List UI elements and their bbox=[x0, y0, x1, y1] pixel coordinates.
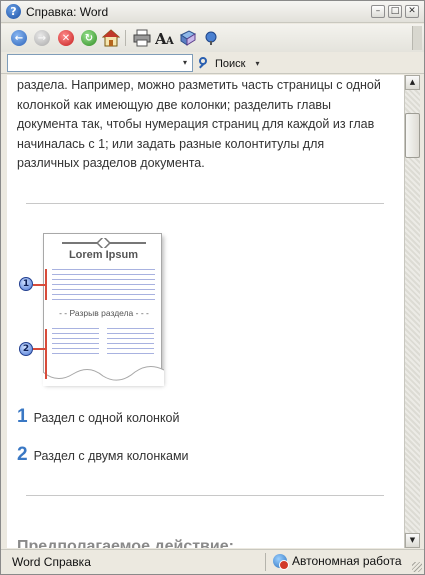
legend-number: 2 bbox=[17, 444, 28, 465]
single-column-line bbox=[52, 279, 155, 280]
two-column-line bbox=[107, 343, 154, 344]
two-column-line bbox=[52, 328, 99, 329]
stop-icon: ✕ bbox=[58, 30, 74, 46]
help-window: ? Справка: Word – □ ✕ ← → ✕ ↻ A A ▾ Поис… bbox=[0, 0, 425, 575]
two-column-line bbox=[107, 338, 154, 339]
search-bar: ▾ Поиск ▾ bbox=[1, 52, 424, 74]
help-content: раздела. Например, можно разметить часть… bbox=[7, 75, 404, 548]
document-illustration: Lorem Ipsum - - Разрыв раздела - - - bbox=[43, 233, 164, 386]
home-icon bbox=[102, 29, 120, 47]
divider bbox=[26, 495, 384, 496]
window-title: Справка: Word bbox=[26, 5, 109, 19]
status-divider bbox=[265, 553, 266, 571]
two-column-line bbox=[107, 333, 154, 334]
vertical-scrollbar[interactable]: ▲ ▼ bbox=[404, 75, 420, 548]
legend-text: Раздел с одной колонкой bbox=[33, 411, 180, 425]
torn-page-edge bbox=[43, 362, 164, 386]
printer-icon bbox=[133, 29, 151, 47]
search-button[interactable]: Поиск ▾ bbox=[198, 55, 260, 72]
two-column-line bbox=[52, 343, 99, 344]
section-paragraph: раздела. Например, можно разметить часть… bbox=[17, 76, 397, 174]
svg-text:A: A bbox=[165, 36, 174, 47]
section-heading: Предполагаемое действие: bbox=[17, 538, 234, 548]
paragraph-line: документа так, чтобы нумерация страниц д… bbox=[17, 117, 375, 131]
scrollbar-thumb[interactable] bbox=[405, 113, 420, 158]
single-column-line bbox=[52, 274, 155, 275]
keep-on-top-button[interactable] bbox=[201, 28, 221, 48]
two-column-line bbox=[52, 338, 99, 339]
font-size-icon: A A bbox=[155, 30, 174, 47]
legend-text: Раздел с двумя колонками bbox=[33, 449, 189, 463]
refresh-button[interactable]: ↻ bbox=[79, 28, 99, 48]
section-1-marker-tick bbox=[33, 284, 46, 286]
forward-arrow-icon: → bbox=[34, 30, 50, 46]
callout-1-badge: 1 bbox=[19, 277, 33, 291]
single-column-line bbox=[52, 284, 155, 285]
page-ruler-ornament bbox=[62, 238, 146, 248]
section-2-marker bbox=[45, 329, 47, 379]
title-bar: ? Справка: Word – □ ✕ bbox=[1, 1, 424, 23]
back-arrow-icon: ← bbox=[11, 30, 27, 46]
connection-status[interactable]: Автономная работа bbox=[273, 554, 402, 570]
toolbar-separator bbox=[125, 30, 126, 46]
paragraph-line: различных разделов документа. bbox=[17, 156, 205, 170]
restore-button[interactable]: □ bbox=[388, 5, 402, 18]
refresh-icon: ↻ bbox=[81, 30, 97, 46]
search-history-dropdown[interactable]: ▾ bbox=[178, 55, 192, 71]
stop-button[interactable]: ✕ bbox=[56, 28, 76, 48]
pin-icon bbox=[205, 31, 217, 45]
divider bbox=[26, 203, 384, 204]
chevron-down-icon[interactable]: ▾ bbox=[255, 59, 259, 68]
illustration-title: Lorem Ipsum bbox=[68, 249, 139, 261]
paragraph-line: начиналась с 1; или задать разные колонт… bbox=[17, 136, 325, 151]
toolbar: ← → ✕ ↻ A A bbox=[1, 24, 424, 52]
two-column-line bbox=[52, 333, 99, 334]
scroll-up-button[interactable]: ▲ bbox=[405, 75, 420, 90]
scroll-down-button[interactable]: ▼ bbox=[405, 533, 420, 548]
globe-offline-icon bbox=[273, 554, 289, 570]
two-column-line bbox=[52, 348, 99, 349]
resize-grip[interactable] bbox=[412, 562, 422, 572]
single-column-line bbox=[52, 294, 155, 295]
status-bar: Word Справка Автономная работа bbox=[1, 549, 424, 574]
font-size-button[interactable]: A A bbox=[155, 28, 175, 48]
section-break-label: - - Разрыв раздела - - - bbox=[59, 308, 149, 318]
single-column-line bbox=[52, 299, 155, 300]
help-icon: ? bbox=[6, 4, 21, 19]
forward-button[interactable]: → bbox=[32, 28, 52, 48]
callout-2-badge: 2 bbox=[19, 342, 33, 356]
connection-status-label: Автономная работа bbox=[292, 554, 402, 568]
toc-button[interactable] bbox=[178, 28, 198, 48]
paragraph-line: колонкой как имеющую две колонки; раздел… bbox=[17, 97, 332, 112]
two-column-line bbox=[52, 353, 99, 354]
print-button[interactable] bbox=[132, 28, 152, 48]
two-column-line bbox=[107, 328, 154, 329]
legend-item: 2 Раздел с двумя колонками bbox=[17, 444, 189, 466]
book-icon bbox=[180, 30, 197, 46]
legend-number: 1 bbox=[17, 406, 28, 427]
close-button[interactable]: ✕ bbox=[405, 5, 419, 18]
two-column-line bbox=[107, 348, 154, 349]
search-icon bbox=[198, 57, 211, 70]
status-help-source[interactable]: Word Справка bbox=[12, 555, 91, 569]
paragraph-line: раздела. Например, можно разметить часть… bbox=[17, 78, 381, 92]
single-column-line bbox=[52, 269, 155, 270]
search-input[interactable] bbox=[7, 54, 193, 72]
search-button-label: Поиск bbox=[215, 57, 246, 70]
section-2-marker-tick bbox=[33, 348, 46, 350]
minimize-button[interactable]: – bbox=[371, 5, 385, 18]
legend-item: 1 Раздел с одной колонкой bbox=[17, 406, 180, 428]
toolbar-grip[interactable] bbox=[412, 26, 422, 50]
home-button[interactable] bbox=[101, 28, 121, 48]
single-column-line bbox=[52, 289, 155, 290]
two-column-line bbox=[107, 353, 154, 354]
back-button[interactable]: ← bbox=[9, 28, 29, 48]
